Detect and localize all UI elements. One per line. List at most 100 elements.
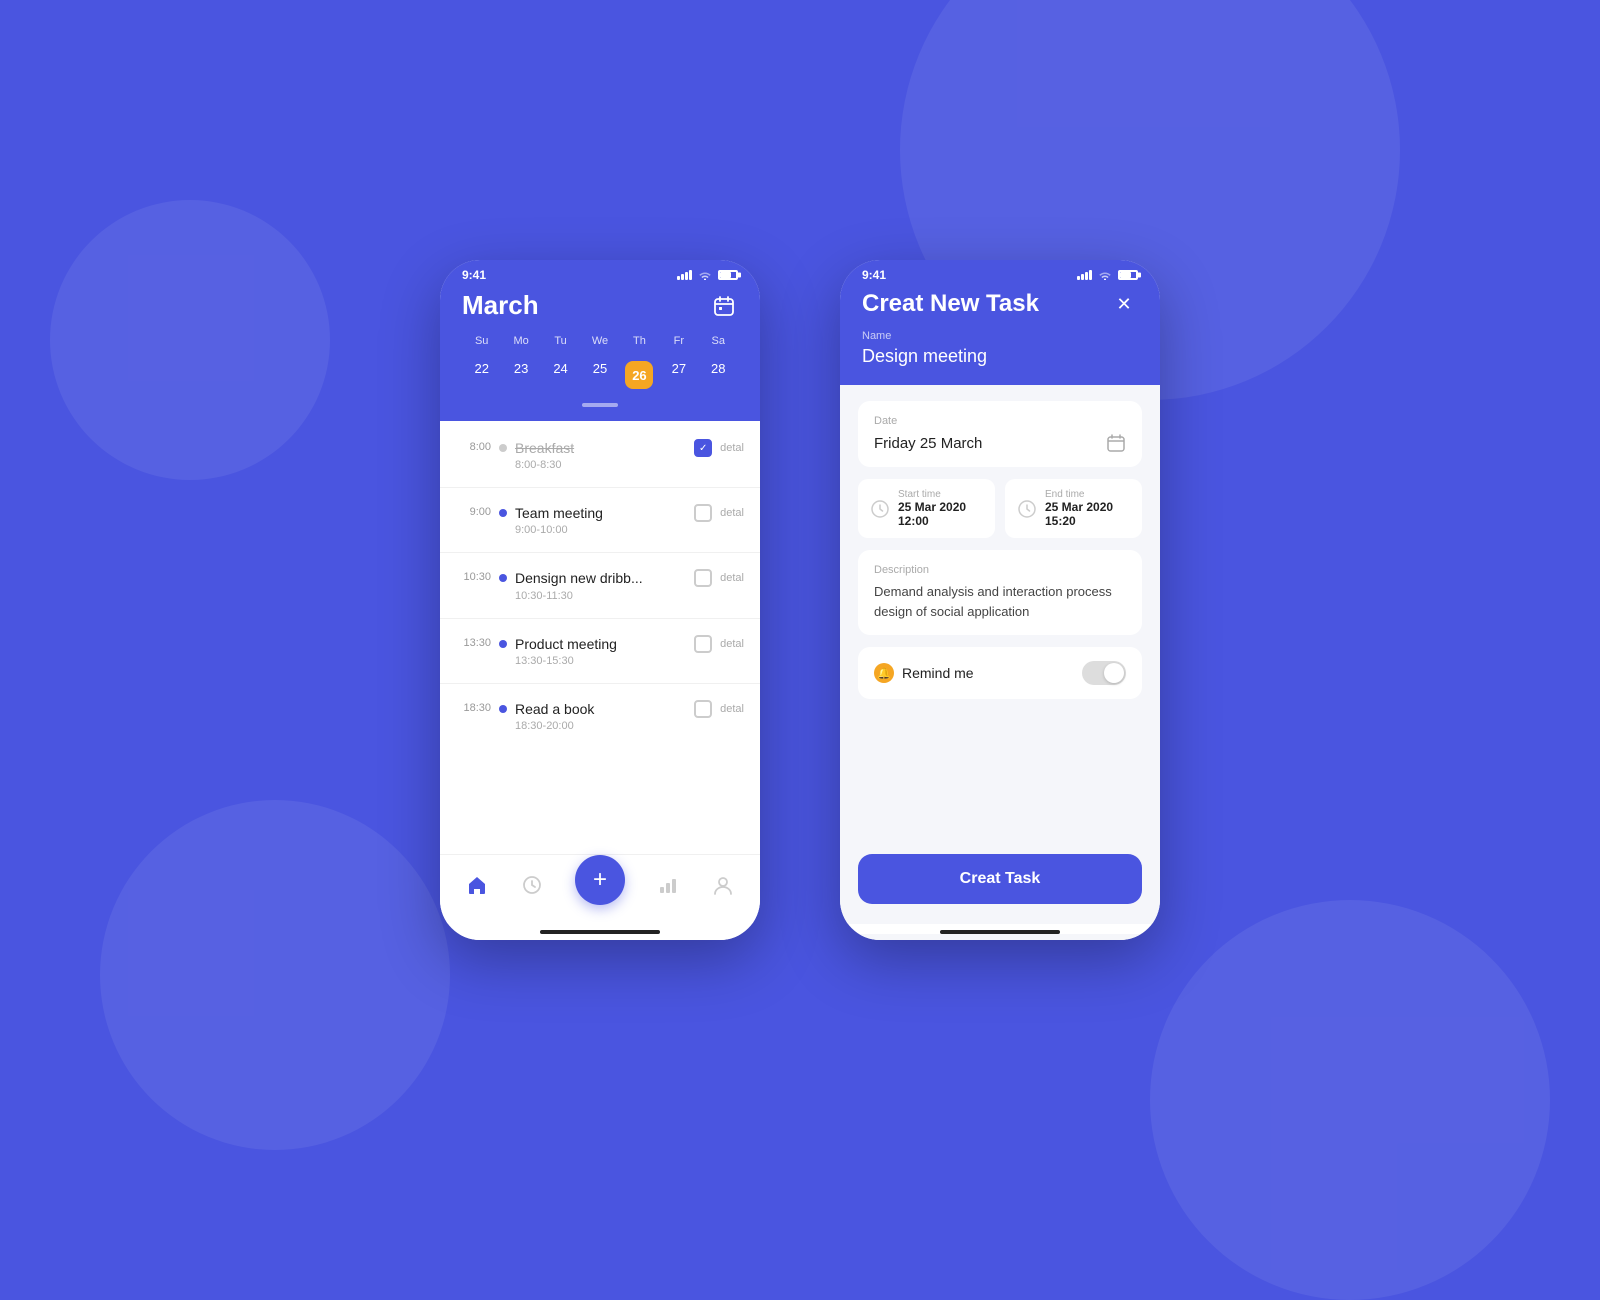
task-time-product: 13:30: [456, 635, 491, 649]
clock-icon: [520, 873, 544, 897]
weekday-fr: Fr: [659, 335, 698, 347]
separator-1: [440, 487, 760, 488]
task-row-breakfast: 8:00 Breakfast 8:00-8:30 detal: [440, 431, 760, 479]
calendar-header: March Su Mo Tu We Th Fr Sa: [440, 286, 760, 421]
create-task-button[interactable]: Creat Task: [858, 854, 1142, 904]
profile-icon: [711, 873, 735, 897]
start-clock-icon: [870, 499, 890, 519]
task-checkbox-team[interactable]: [694, 504, 712, 522]
create-task-title-row: Creat New Task ✕: [862, 290, 1138, 318]
phone-create-task: 9:41 Creat New Task ✕: [840, 260, 1160, 940]
task-detail-book[interactable]: detal: [720, 703, 744, 715]
calendar-title-row: March: [462, 290, 738, 321]
task-detail-team[interactable]: detal: [720, 507, 744, 519]
time-section: Start time 25 Mar 2020 12:00 End time 25…: [858, 479, 1142, 538]
date-label: Date: [874, 415, 1126, 427]
task-content-book: Read a book 18:30-20:00: [515, 700, 686, 732]
date-value[interactable]: Friday 25 March: [874, 433, 1126, 453]
task-detail-design[interactable]: detal: [720, 572, 744, 584]
create-task-title: Creat New Task: [862, 290, 1039, 318]
close-button[interactable]: ✕: [1110, 290, 1138, 318]
task-checkbox-design[interactable]: [694, 569, 712, 587]
description-label: Description: [874, 564, 1126, 576]
toggle-knob: [1104, 663, 1124, 683]
date-23[interactable]: 23: [501, 357, 540, 393]
task-dot-design: [499, 574, 507, 582]
bg-decoration-3: [50, 200, 330, 480]
status-bar-1: 9:41: [440, 260, 760, 286]
end-time-value: 25 Mar 2020 15:20: [1045, 500, 1130, 528]
task-detail-product[interactable]: detal: [720, 638, 744, 650]
task-time-team: 9:00: [456, 504, 491, 518]
separator-3: [440, 618, 760, 619]
status-time-2: 9:41: [862, 268, 886, 282]
date-27[interactable]: 27: [659, 357, 698, 393]
nav-chart[interactable]: [656, 873, 680, 897]
chart-icon: [656, 873, 680, 897]
task-checkbox-product[interactable]: [694, 635, 712, 653]
status-bar-2: 9:41: [840, 260, 1160, 286]
signal-icon-2: [1077, 270, 1092, 280]
task-content-breakfast: Breakfast 8:00-8:30: [515, 439, 686, 471]
weekdays-row: Su Mo Tu We Th Fr Sa: [462, 335, 738, 347]
task-title-team: Team meeting: [515, 504, 686, 522]
nav-fab[interactable]: +: [575, 855, 625, 915]
home-icon: [465, 873, 489, 897]
calendar-month: March: [462, 290, 539, 321]
separator-2: [440, 552, 760, 553]
phone-calendar: 9:41 March: [440, 260, 760, 940]
date-28[interactable]: 28: [699, 357, 738, 393]
wifi-icon-2: [1098, 270, 1112, 280]
description-section: Description Demand analysis and interact…: [858, 550, 1142, 635]
status-time-1: 9:41: [462, 268, 486, 282]
task-actions-team: detal: [694, 504, 744, 522]
weekday-su: Su: [462, 335, 501, 347]
weekday-we: We: [580, 335, 619, 347]
task-content-team: Team meeting 9:00-10:00: [515, 504, 686, 536]
task-row-product: 13:30 Product meeting 13:30-15:30 detal: [440, 627, 760, 675]
start-time-value: 25 Mar 2020 12:00: [898, 500, 983, 528]
date-22[interactable]: 22: [462, 357, 501, 393]
weekday-th: Th: [620, 335, 659, 347]
remind-toggle[interactable]: [1082, 661, 1126, 685]
status-icons-2: [1077, 270, 1138, 280]
calendar-icon[interactable]: [710, 292, 738, 320]
description-value[interactable]: Demand analysis and interaction process …: [874, 582, 1126, 621]
task-dot-product: [499, 640, 507, 648]
date-24[interactable]: 24: [541, 357, 580, 393]
date-26-active[interactable]: 26: [620, 357, 659, 393]
battery-icon-2: [1118, 270, 1138, 280]
bell-icon: 🔔: [874, 663, 894, 683]
task-time-book: 18:30: [456, 700, 491, 714]
task-title-book: Read a book: [515, 700, 686, 718]
end-clock-icon: [1017, 499, 1037, 519]
start-time-card[interactable]: Start time 25 Mar 2020 12:00: [858, 479, 995, 538]
task-detail-breakfast[interactable]: detal: [720, 442, 744, 454]
end-time-card[interactable]: End time 25 Mar 2020 15:20: [1005, 479, 1142, 538]
task-row-team-meeting: 9:00 Team meeting 9:00-10:00 detal: [440, 496, 760, 544]
weekday-sa: Sa: [699, 335, 738, 347]
create-task-header: Creat New Task ✕ Name Design meeting: [840, 286, 1160, 385]
date-calendar-icon: [1106, 433, 1126, 453]
name-field-value[interactable]: Design meeting: [862, 346, 1138, 367]
task-checkbox-book[interactable]: [694, 700, 712, 718]
task-subtitle-breakfast: 8:00-8:30: [515, 459, 686, 471]
reminder-section: 🔔 Remind me: [858, 647, 1142, 699]
task-checkbox-breakfast[interactable]: [694, 439, 712, 457]
status-icons-1: [677, 270, 738, 280]
bg-decoration-4: [1150, 900, 1550, 1300]
task-subtitle-team: 9:00-10:00: [515, 524, 686, 536]
task-actions-design: detal: [694, 569, 744, 587]
task-time-design: 10:30: [456, 569, 491, 583]
nav-clock[interactable]: [520, 873, 544, 897]
task-actions-book: detal: [694, 700, 744, 718]
date-25[interactable]: 25: [580, 357, 619, 393]
nav-profile[interactable]: [711, 873, 735, 897]
weekday-tu: Tu: [541, 335, 580, 347]
form-body: Date Friday 25 March: [840, 385, 1160, 854]
task-dot-breakfast: [499, 444, 507, 452]
fab-plus-button[interactable]: +: [575, 855, 625, 905]
task-subtitle-design: 10:30-11:30: [515, 590, 686, 602]
nav-home[interactable]: [465, 873, 489, 897]
wifi-icon-1: [698, 270, 712, 280]
